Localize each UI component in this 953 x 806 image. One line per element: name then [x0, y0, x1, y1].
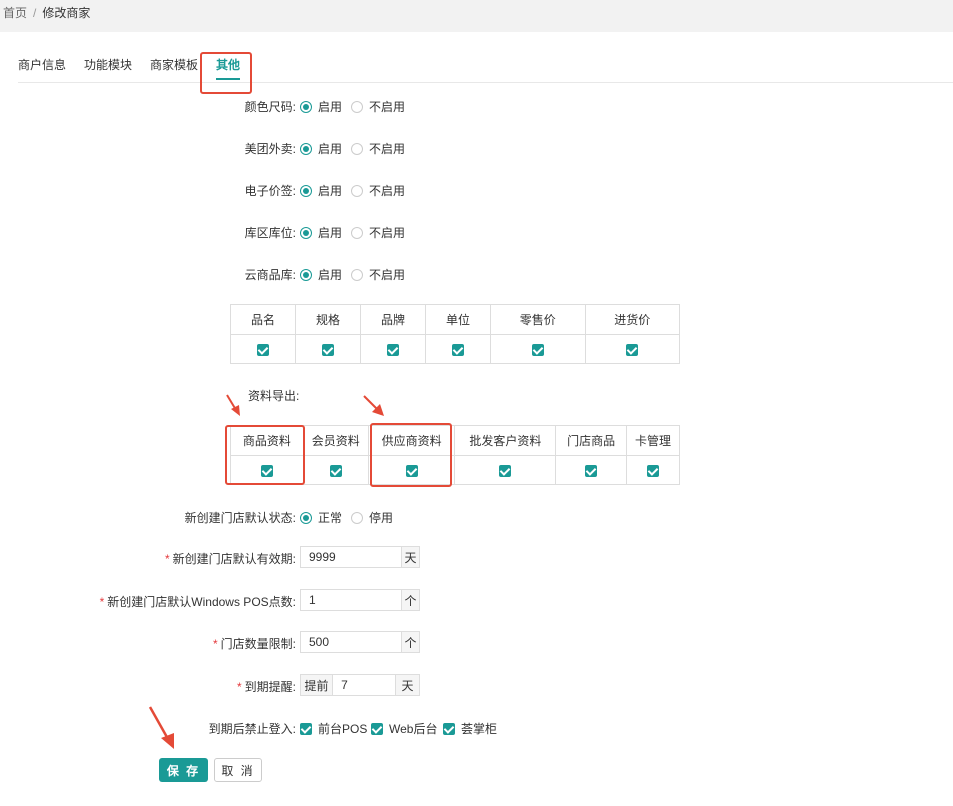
- annotation-arrow-icon: [363, 395, 384, 416]
- fields-header-spec: 规格: [295, 304, 362, 335]
- export-header-wholesale-customers: 批发客户资料: [454, 425, 557, 456]
- store-limit-unit: 个: [401, 632, 419, 652]
- validity-input-group: 天: [300, 546, 420, 568]
- save-button[interactable]: 保 存: [159, 758, 208, 782]
- checkbox-ban-huizhanggui[interactable]: 荟掌柜: [443, 720, 497, 737]
- fields-header-purchase-price: 进货价: [584, 304, 681, 335]
- fields-table: 品名 规格 品牌 单位 零售价 进货价: [229, 304, 681, 364]
- checkbox-export-card-management[interactable]: [647, 464, 660, 477]
- expiry-reminder-unit: 天: [395, 675, 419, 695]
- store-limit-label: * 门店数量限制:: [212, 637, 296, 651]
- store-limit-input-group: 个: [300, 631, 420, 653]
- checkbox-export-store-products[interactable]: [585, 464, 598, 477]
- radio-store-status-normal[interactable]: 正常: [300, 509, 342, 526]
- tab-bar: 商户信息 功能模块 商家模板 其他: [18, 56, 953, 83]
- checkbox-field-purchase-price[interactable]: [626, 343, 639, 356]
- validity-input[interactable]: [301, 547, 401, 567]
- radio-esl-disable[interactable]: 不启用: [351, 182, 405, 199]
- export-header-members: 会员资料: [302, 425, 369, 456]
- expiry-reminder-input[interactable]: [333, 675, 396, 695]
- checkbox-field-retail-price[interactable]: [531, 343, 544, 356]
- annotation-arrow-icon: [226, 394, 240, 416]
- content-panel: 商户信息 功能模块 商家模板 其他 颜色尺码: 启用 不启用 美团外卖: 启用 …: [0, 32, 953, 806]
- fields-header-brand: 品牌: [360, 304, 427, 335]
- pos-count-input[interactable]: [301, 590, 401, 610]
- checkbox-export-members[interactable]: [329, 464, 342, 477]
- breadcrumb-separator: /: [33, 6, 37, 20]
- radio-cloud-enable[interactable]: 启用: [300, 266, 342, 283]
- pos-count-unit: 个: [401, 590, 419, 610]
- toggle-label-meituan: 美团外卖:: [244, 142, 296, 156]
- pos-count-label: * 新创建门店默认Windows POS点数:: [99, 595, 296, 609]
- radio-cloud-disable[interactable]: 不启用: [351, 266, 405, 283]
- checkbox-field-name[interactable]: [257, 343, 269, 356]
- expiry-reminder-input-group: 提前 天: [300, 674, 420, 696]
- radio-esl-enable[interactable]: 启用: [300, 182, 342, 199]
- cancel-button[interactable]: 取 消: [214, 758, 262, 782]
- fields-header-unit: 单位: [425, 304, 492, 335]
- fields-header-retail-price: 零售价: [490, 304, 586, 335]
- store-limit-input[interactable]: [301, 632, 401, 652]
- toggle-label-cloud-library: 云商品库:: [244, 268, 296, 282]
- checkbox-field-unit[interactable]: [452, 343, 465, 356]
- checkbox-field-brand[interactable]: [387, 343, 400, 356]
- export-header-card-management: 卡管理: [626, 425, 680, 456]
- login-ban-label: 到期后禁止登入:: [208, 722, 296, 736]
- highlight-box-tab: [200, 52, 252, 94]
- export-label: 资料导出:: [248, 389, 300, 403]
- tab-merchant-template[interactable]: 商家模板: [150, 56, 198, 73]
- tab-merchant-info[interactable]: 商户信息: [18, 56, 66, 73]
- fields-header-name: 品名: [229, 304, 297, 335]
- radio-meituan-disable[interactable]: 不启用: [351, 140, 405, 157]
- expiry-reminder-label: * 到期提醒:: [236, 680, 296, 694]
- checkbox-field-spec[interactable]: [322, 343, 335, 356]
- radio-warehouse-disable[interactable]: 不启用: [351, 224, 405, 241]
- breadcrumb-home[interactable]: 首页: [3, 6, 27, 20]
- toggle-label-warehouse-location: 库区库位:: [244, 226, 296, 240]
- toggle-label-esl: 电子价签:: [244, 184, 296, 198]
- radio-color-size-disable[interactable]: 不启用: [351, 98, 405, 115]
- store-status-label: 新创建门店默认状态:: [184, 511, 296, 525]
- radio-store-status-disabled[interactable]: 停用: [351, 509, 393, 526]
- checkbox-export-wholesale-customers[interactable]: [499, 464, 512, 477]
- highlight-box-products: [225, 425, 305, 485]
- annotation-arrow-icon: [148, 706, 174, 749]
- expiry-reminder-prefix: 提前: [301, 675, 334, 695]
- radio-warehouse-enable[interactable]: 启用: [300, 224, 342, 241]
- tab-function-modules[interactable]: 功能模块: [84, 56, 132, 73]
- breadcrumb: 首页 / 修改商家: [3, 4, 90, 21]
- toggle-label-color-size: 颜色尺码:: [244, 100, 296, 114]
- pos-count-input-group: 个: [300, 589, 420, 611]
- export-header-store-products: 门店商品: [555, 425, 628, 456]
- breadcrumb-current: 修改商家: [42, 6, 91, 20]
- radio-meituan-enable[interactable]: 启用: [300, 140, 342, 157]
- checkbox-ban-front-pos[interactable]: 前台POS: [300, 720, 367, 737]
- validity-label: * 新创建门店默认有效期:: [164, 552, 296, 566]
- checkbox-ban-web-backend[interactable]: Web后台: [371, 720, 437, 737]
- highlight-box-suppliers: [370, 423, 452, 487]
- radio-color-size-enable[interactable]: 启用: [300, 98, 342, 115]
- validity-unit: 天: [401, 547, 419, 567]
